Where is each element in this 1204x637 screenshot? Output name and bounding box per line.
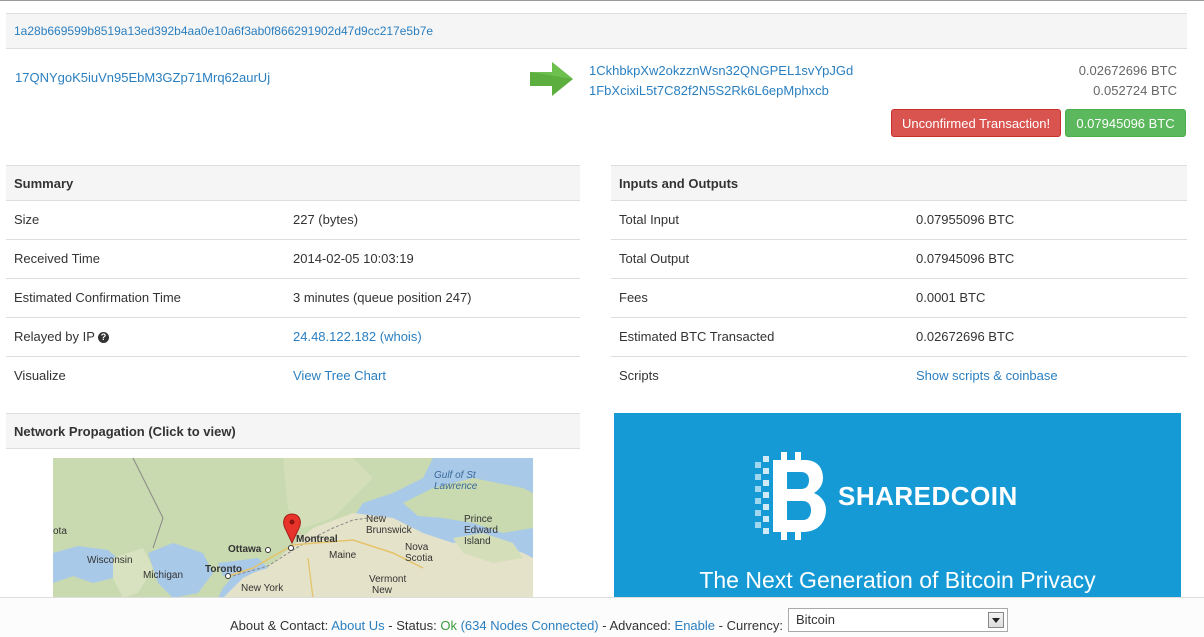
footer-text: About & Contact: About Us - Status: Ok (… bbox=[230, 618, 783, 633]
relayed-ip-link[interactable]: 24.48.122.182 (whois) bbox=[293, 329, 422, 344]
table-row: Total Input 0.07955096 BTC bbox=[611, 201, 1187, 240]
row-value: 0.07955096 BTC bbox=[916, 212, 1015, 227]
map-label: Prince Edward Island bbox=[464, 514, 498, 547]
output-amounts: 0.02672696 BTC 0.052724 BTC bbox=[1079, 61, 1177, 101]
row-value: 2014-02-05 10:03:19 bbox=[293, 251, 414, 266]
sharedcoin-ad[interactable]: SHAREDCOIN The Next Generation of Bitcoi… bbox=[614, 413, 1181, 613]
row-value: 0.02672696 BTC bbox=[916, 329, 1015, 344]
output-amount: 0.02672696 BTC bbox=[1078, 63, 1177, 78]
summary-panel: Summary Size 227 (bytes) Received Time 2… bbox=[6, 165, 580, 396]
table-row: Relayed by IP? 24.48.122.182 (whois) bbox=[6, 318, 580, 357]
map-label: Vermont bbox=[369, 574, 407, 585]
ad-tagline: The Next Generation of Bitcoin Privacy bbox=[699, 567, 1096, 593]
help-icon[interactable]: ? bbox=[97, 332, 109, 343]
table-row: Fees 0.0001 BTC bbox=[611, 279, 1187, 318]
row-label: Visualize bbox=[14, 368, 66, 383]
table-row: Received Time 2014-02-05 10:03:19 bbox=[6, 240, 580, 279]
output-addresses: 1CkhbkpXw2okzznWsn32QNGPEL1svYpJGd 1FbXc… bbox=[589, 61, 853, 101]
summary-title: Summary bbox=[6, 165, 580, 201]
map-label: Gulf of St Lawrence bbox=[434, 470, 478, 492]
view-tree-chart-link[interactable]: View Tree Chart bbox=[293, 368, 386, 383]
row-label: Total Input bbox=[619, 212, 679, 227]
status-label: - Status: bbox=[388, 618, 437, 633]
currency-label: - Currency: bbox=[718, 618, 783, 633]
output-amount: 0.052724 BTC bbox=[1093, 83, 1177, 98]
chevron-down-icon[interactable] bbox=[988, 612, 1004, 628]
sharedcoin-logo-icon bbox=[755, 452, 826, 540]
map-label: New Brunswick bbox=[366, 514, 412, 536]
about-label: About & Contact: bbox=[230, 618, 329, 633]
row-value: 227 (bytes) bbox=[293, 212, 359, 227]
map-label: Toronto bbox=[205, 564, 243, 575]
from-address-link[interactable]: 17QNYgoK5iuVn95EbM3GZp71Mrq62aurUj bbox=[15, 70, 270, 85]
enable-link[interactable]: Enable bbox=[675, 618, 715, 633]
table-row: Total Output 0.07945096 BTC bbox=[611, 240, 1187, 279]
currency-select[interactable]: Bitcoin bbox=[788, 608, 1008, 632]
tx-hash-row: 1a28b669599b8519a13ed392b4aa0e10a6f3ab0f… bbox=[6, 14, 1187, 49]
map-label: Wisconsin bbox=[87, 555, 133, 566]
nodes-connected-link[interactable]: (634 Nodes Connected) bbox=[461, 618, 599, 633]
map-label: Ottawa bbox=[228, 544, 262, 555]
row-label-with-help: Relayed by IP? bbox=[14, 329, 109, 344]
output-address-link[interactable]: 1FbXcixiL5t7C82f2N5S2Rk6L6epMphxcb bbox=[589, 83, 829, 98]
network-propagation-title[interactable]: Network Propagation (Click to view) bbox=[6, 413, 580, 449]
table-row: Visualize View Tree Chart bbox=[6, 357, 580, 396]
status-ok: Ok bbox=[440, 618, 457, 633]
row-value: 3 minutes (queue position 247) bbox=[293, 290, 472, 305]
about-us-link[interactable]: About Us bbox=[331, 618, 384, 633]
row-label: Estimated BTC Transacted bbox=[619, 329, 775, 344]
table-row: Scripts Show scripts & coinbase bbox=[611, 357, 1187, 396]
map-label: Maine bbox=[329, 550, 357, 561]
currency-value: Bitcoin bbox=[796, 612, 836, 627]
right-arrow-icon bbox=[530, 61, 574, 100]
map-label: ota bbox=[53, 526, 67, 537]
inputs-outputs-panel: Inputs and Outputs Total Input 0.0795509… bbox=[611, 165, 1187, 396]
map-label: Montreal bbox=[296, 534, 338, 545]
map-label: Michigan bbox=[143, 570, 184, 581]
row-label: Relayed by IP bbox=[14, 329, 95, 344]
map-label: New York bbox=[241, 583, 284, 594]
output-address-link[interactable]: 1CkhbkpXw2okzznWsn32QNGPEL1svYpJGd bbox=[589, 63, 853, 78]
top-border bbox=[0, 0, 1204, 1]
row-value: 0.0001 BTC bbox=[916, 290, 986, 305]
row-label: Size bbox=[14, 212, 40, 227]
total-amount-button[interactable]: 0.07945096 BTC bbox=[1065, 109, 1186, 137]
row-value: 0.07945096 BTC bbox=[916, 251, 1015, 266]
ad-brand: SHAREDCOIN bbox=[838, 481, 1018, 511]
advanced-label: - Advanced: bbox=[602, 618, 671, 633]
transaction-box: 1a28b669599b8519a13ed392b4aa0e10a6f3ab0f… bbox=[6, 13, 1187, 144]
unconfirmed-status-button[interactable]: Unconfirmed Transaction! bbox=[891, 109, 1061, 137]
row-label: Estimated Confirmation Time bbox=[14, 290, 181, 305]
footer: About & Contact: About Us - Status: Ok (… bbox=[0, 597, 1204, 637]
map-label: Nova Scotia bbox=[405, 542, 433, 564]
table-row: Estimated Confirmation Time 3 minutes (q… bbox=[6, 279, 580, 318]
inputs-outputs-title: Inputs and Outputs bbox=[611, 165, 1187, 201]
map-label: New bbox=[372, 585, 393, 596]
row-label: Scripts bbox=[619, 368, 659, 383]
table-row: Estimated BTC Transacted 0.02672696 BTC bbox=[611, 318, 1187, 357]
propagation-map[interactable]: Gulf of St Lawrence New Brunswick Prince… bbox=[53, 458, 533, 598]
table-row: Size 227 (bytes) bbox=[6, 201, 580, 240]
tx-hash-link[interactable]: 1a28b669599b8519a13ed392b4aa0e10a6f3ab0f… bbox=[14, 24, 433, 38]
row-label: Fees bbox=[619, 290, 648, 305]
show-scripts-link[interactable]: Show scripts & coinbase bbox=[916, 368, 1058, 383]
row-label: Total Output bbox=[619, 251, 690, 266]
row-label: Received Time bbox=[14, 251, 100, 266]
